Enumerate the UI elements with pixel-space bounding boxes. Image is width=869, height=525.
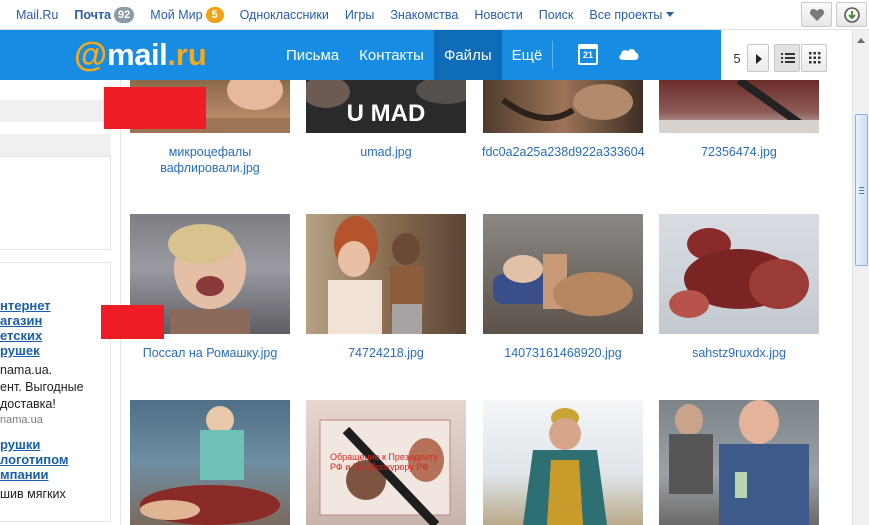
grip-icon <box>859 187 864 194</box>
favorite-button[interactable] <box>801 2 832 27</box>
file-caption[interactable]: sahstz9ruxdx.jpg <box>649 345 829 361</box>
download-button[interactable] <box>836 2 867 27</box>
logo-at: @ <box>74 36 108 74</box>
portal-link-label: Мой Мир <box>150 8 203 22</box>
portal-link-znakomstva[interactable]: Знакомства <box>390 8 458 22</box>
file-caption[interactable]: 72356474.jpg <box>649 144 829 160</box>
portal-link-label: Все проекты <box>589 8 663 22</box>
thumbnail-image <box>140 406 280 525</box>
ad-block-toys-shop[interactable]: нтернет агазин етских рушек nama.ua. ент… <box>0 298 111 503</box>
file-caption[interactable]: fdc0a2a25a238d922a333604 <box>474 144 646 160</box>
ad-title-line[interactable]: рушек <box>0 343 111 358</box>
portal-link-moy-mir[interactable]: Мой Мир 5 <box>150 7 224 23</box>
download-icon <box>844 7 860 23</box>
file-caption[interactable]: 14073161468920.jpg <box>473 345 653 361</box>
thumbnail-image <box>328 216 424 334</box>
thumbnail-image <box>523 408 607 525</box>
page-number: 5 <box>733 51 741 66</box>
file-thumbnail[interactable] <box>483 80 643 133</box>
left-sidebar: нтернет агазин етских рушек nama.ua. ент… <box>0 80 121 525</box>
mailru-logo[interactable]: @ mail .ru <box>74 37 207 73</box>
portal-link-label: Почта <box>74 8 112 22</box>
ad-title-line[interactable]: мпании <box>0 467 111 482</box>
ad-text-line: шив мягких <box>0 487 66 501</box>
mail-count-badge: 92 <box>114 7 135 23</box>
thumbnail-image <box>501 84 633 121</box>
ad-text-line: ент. Выгодные <box>0 380 84 394</box>
file-thumbnail[interactable] <box>306 214 466 334</box>
portal-links: Mail.Ru Почта 92 Мой Мир 5 Одноклассники И… <box>16 0 690 30</box>
calendar-day: 21 <box>582 50 593 60</box>
file-caption[interactable]: микроцефалы вафлировали.jpg <box>120 144 300 176</box>
ad-text-line: доставка! <box>0 397 56 411</box>
sidebar-row[interactable] <box>0 100 111 122</box>
thumbnail-image <box>669 228 809 318</box>
sidebar-row[interactable] <box>0 134 111 156</box>
portal-link-odnoklassniki[interactable]: Одноклассники <box>240 8 329 22</box>
portal-link-igry[interactable]: Игры <box>345 8 374 22</box>
arrow-right-icon <box>756 54 762 64</box>
calendar-icon[interactable]: 21 <box>578 44 598 65</box>
heart-icon <box>809 9 825 21</box>
grid-view-icon <box>809 52 821 64</box>
sidebar-panel <box>0 156 111 250</box>
redaction-box <box>101 305 164 339</box>
file-thumbnail[interactable]: U MAD <box>306 80 466 133</box>
thumbnail-image <box>659 80 819 133</box>
list-view-button[interactable] <box>774 44 800 72</box>
scroll-up-arrow-icon[interactable] <box>857 38 865 43</box>
chevron-down-icon <box>666 12 675 17</box>
file-thumbnail[interactable] <box>483 400 643 525</box>
portal-bar: Mail.Ru Почта 92 Мой Мир 5 Одноклассники И… <box>0 0 869 30</box>
grid-view-button[interactable] <box>801 44 827 72</box>
nav-separator <box>552 41 554 69</box>
thumbnail-image <box>669 400 809 525</box>
file-thumbnail[interactable] <box>659 80 819 133</box>
nav-contacts[interactable]: Контакты <box>349 30 434 80</box>
thumbnail-overlay-text: U MAD <box>346 100 426 127</box>
ad-title-line[interactable]: логотипом <box>0 452 111 467</box>
ad-title-line[interactable]: етских <box>0 328 111 343</box>
ad-domain[interactable]: nama.ua <box>0 413 111 427</box>
portal-link-mailru[interactable]: Mail.Ru <box>16 8 58 22</box>
portal-link-novosti[interactable]: Новости <box>474 8 522 22</box>
file-thumbnail[interactable] <box>659 400 819 525</box>
ad-title-line[interactable]: агазин <box>0 313 111 328</box>
file-thumbnail[interactable] <box>130 400 290 525</box>
cloud-icon[interactable] <box>618 45 640 61</box>
list-view-icon <box>781 53 795 63</box>
file-caption[interactable]: Поссал на Ромашку.jpg <box>120 345 300 361</box>
file-caption[interactable]: 74724218.jpg <box>296 345 476 361</box>
main-nav: Письма Контакты Файлы Ещё <box>276 30 554 80</box>
mail-files-page: Mail.Ru Почта 92 Мой Мир 5 Одноклассники И… <box>0 0 869 525</box>
portal-link-all-projects[interactable]: Все проекты <box>589 8 675 22</box>
portal-link-poisk[interactable]: Поиск <box>539 8 574 22</box>
next-page-button[interactable] <box>747 44 769 72</box>
file-caption[interactable]: umad.jpg <box>296 144 476 160</box>
nav-letters[interactable]: Письма <box>276 30 349 80</box>
thumbnail-overlay-text: Обращение к Президенту РФ и Ген.Прокурор… <box>330 452 438 472</box>
file-thumbnail[interactable] <box>659 214 819 334</box>
redaction-box <box>104 87 206 129</box>
nav-files[interactable]: Файлы <box>433 30 502 80</box>
ad-text-line: nama.ua. <box>0 363 53 377</box>
logo-ru: .ru <box>167 37 207 72</box>
thumbnail-image <box>493 254 633 316</box>
scrollbar-thumb[interactable] <box>855 114 868 266</box>
ad-title-line[interactable]: рушки <box>0 437 111 452</box>
ad-title-line[interactable]: нтернет <box>0 298 111 313</box>
portal-link-label: Mail.Ru <box>16 8 59 22</box>
vertical-scrollbar[interactable] <box>852 30 869 525</box>
nav-more[interactable]: Ещё <box>502 30 553 80</box>
mir-count-badge: 5 <box>205 7 224 23</box>
portal-link-pochta[interactable]: Почта 92 <box>74 7 135 23</box>
file-thumbnail[interactable] <box>483 214 643 334</box>
file-thumbnail[interactable]: Обращение к Президенту РФ и Ген.Прокурор… <box>306 400 466 525</box>
logo-word: mail <box>107 37 168 72</box>
